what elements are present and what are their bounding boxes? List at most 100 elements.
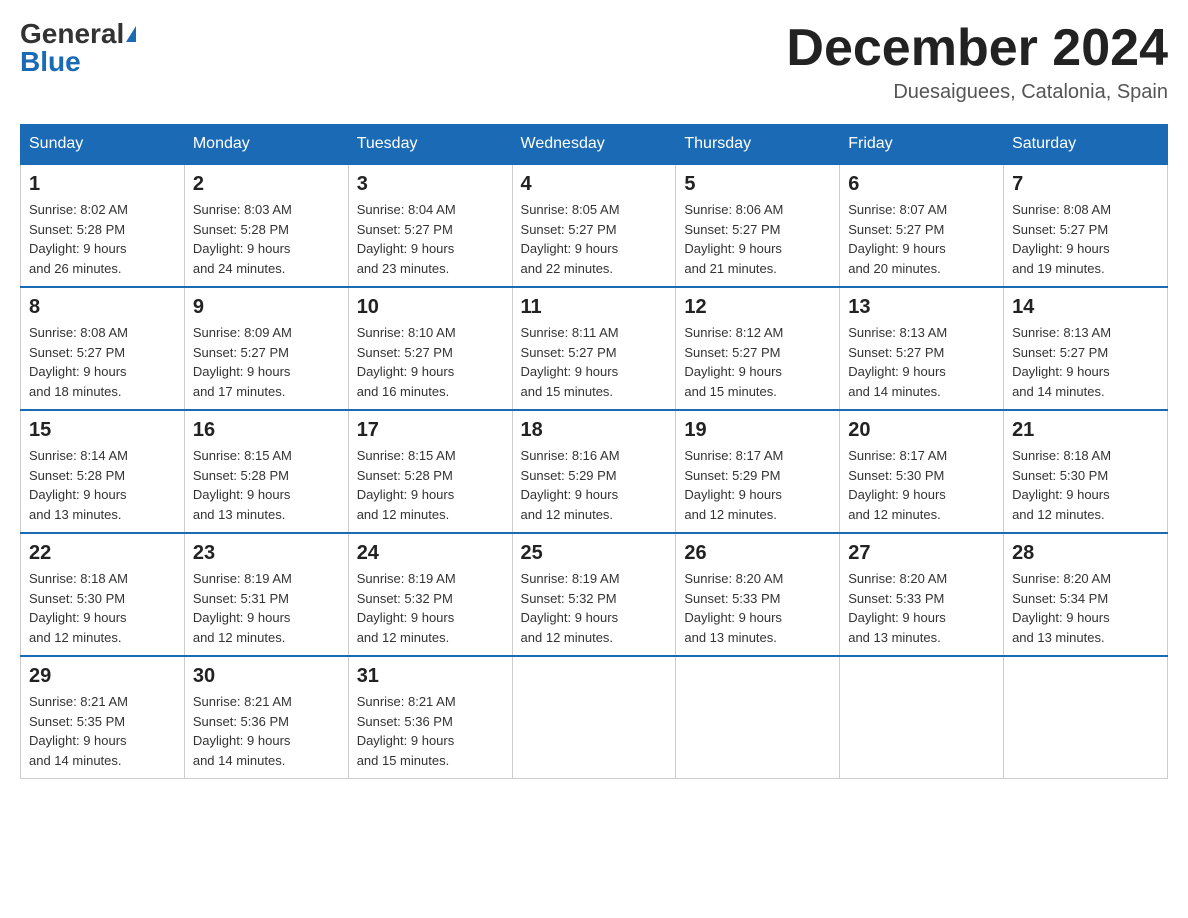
calendar-week-row: 22 Sunrise: 8:18 AM Sunset: 5:30 PM Dayl… [21,533,1168,656]
calendar-cell: 26 Sunrise: 8:20 AM Sunset: 5:33 PM Dayl… [676,533,840,656]
calendar-cell: 27 Sunrise: 8:20 AM Sunset: 5:33 PM Dayl… [840,533,1004,656]
location: Duesaiguees, Catalonia, Spain [786,81,1168,104]
header-wednesday: Wednesday [512,125,676,165]
day-number: 19 [684,419,831,442]
day-number: 7 [1012,173,1159,196]
day-number: 27 [848,542,995,565]
logo-general: General [20,20,124,48]
calendar-table: SundayMondayTuesdayWednesdayThursdayFrid… [20,124,1168,779]
day-info: Sunrise: 8:19 AM Sunset: 5:32 PM Dayligh… [521,569,668,647]
day-info: Sunrise: 8:20 AM Sunset: 5:34 PM Dayligh… [1012,569,1159,647]
day-info: Sunrise: 8:21 AM Sunset: 5:35 PM Dayligh… [29,692,176,770]
calendar-cell: 19 Sunrise: 8:17 AM Sunset: 5:29 PM Dayl… [676,410,840,533]
day-info: Sunrise: 8:11 AM Sunset: 5:27 PM Dayligh… [521,323,668,401]
day-info: Sunrise: 8:06 AM Sunset: 5:27 PM Dayligh… [684,200,831,278]
logo-blue: Blue [20,48,81,76]
page-header: General Blue December 2024 Duesaiguees, … [20,20,1168,104]
calendar-header-row: SundayMondayTuesdayWednesdayThursdayFrid… [21,125,1168,165]
day-info: Sunrise: 8:20 AM Sunset: 5:33 PM Dayligh… [684,569,831,647]
calendar-cell: 20 Sunrise: 8:17 AM Sunset: 5:30 PM Dayl… [840,410,1004,533]
day-info: Sunrise: 8:14 AM Sunset: 5:28 PM Dayligh… [29,446,176,524]
calendar-cell: 3 Sunrise: 8:04 AM Sunset: 5:27 PM Dayli… [348,164,512,287]
calendar-cell: 9 Sunrise: 8:09 AM Sunset: 5:27 PM Dayli… [184,287,348,410]
day-number: 30 [193,665,340,688]
calendar-cell: 10 Sunrise: 8:10 AM Sunset: 5:27 PM Dayl… [348,287,512,410]
calendar-cell: 8 Sunrise: 8:08 AM Sunset: 5:27 PM Dayli… [21,287,185,410]
day-number: 11 [521,296,668,319]
calendar-week-row: 8 Sunrise: 8:08 AM Sunset: 5:27 PM Dayli… [21,287,1168,410]
calendar-cell: 21 Sunrise: 8:18 AM Sunset: 5:30 PM Dayl… [1004,410,1168,533]
calendar-cell [512,656,676,779]
header-sunday: Sunday [21,125,185,165]
title-section: December 2024 Duesaiguees, Catalonia, Sp… [786,20,1168,104]
day-number: 10 [357,296,504,319]
day-number: 14 [1012,296,1159,319]
day-info: Sunrise: 8:08 AM Sunset: 5:27 PM Dayligh… [29,323,176,401]
day-info: Sunrise: 8:19 AM Sunset: 5:32 PM Dayligh… [357,569,504,647]
calendar-cell: 29 Sunrise: 8:21 AM Sunset: 5:35 PM Dayl… [21,656,185,779]
day-number: 17 [357,419,504,442]
header-tuesday: Tuesday [348,125,512,165]
day-number: 15 [29,419,176,442]
calendar-cell: 4 Sunrise: 8:05 AM Sunset: 5:27 PM Dayli… [512,164,676,287]
day-number: 24 [357,542,504,565]
day-number: 6 [848,173,995,196]
calendar-cell: 31 Sunrise: 8:21 AM Sunset: 5:36 PM Dayl… [348,656,512,779]
calendar-cell: 13 Sunrise: 8:13 AM Sunset: 5:27 PM Dayl… [840,287,1004,410]
day-info: Sunrise: 8:15 AM Sunset: 5:28 PM Dayligh… [193,446,340,524]
day-info: Sunrise: 8:05 AM Sunset: 5:27 PM Dayligh… [521,200,668,278]
header-friday: Friday [840,125,1004,165]
calendar-cell: 11 Sunrise: 8:11 AM Sunset: 5:27 PM Dayl… [512,287,676,410]
logo-triangle-icon [126,26,136,42]
calendar-cell: 28 Sunrise: 8:20 AM Sunset: 5:34 PM Dayl… [1004,533,1168,656]
day-info: Sunrise: 8:02 AM Sunset: 5:28 PM Dayligh… [29,200,176,278]
day-info: Sunrise: 8:10 AM Sunset: 5:27 PM Dayligh… [357,323,504,401]
day-number: 23 [193,542,340,565]
calendar-cell: 23 Sunrise: 8:19 AM Sunset: 5:31 PM Dayl… [184,533,348,656]
day-info: Sunrise: 8:03 AM Sunset: 5:28 PM Dayligh… [193,200,340,278]
day-number: 5 [684,173,831,196]
day-info: Sunrise: 8:17 AM Sunset: 5:29 PM Dayligh… [684,446,831,524]
calendar-week-row: 1 Sunrise: 8:02 AM Sunset: 5:28 PM Dayli… [21,164,1168,287]
day-number: 25 [521,542,668,565]
calendar-cell [1004,656,1168,779]
day-number: 29 [29,665,176,688]
day-info: Sunrise: 8:19 AM Sunset: 5:31 PM Dayligh… [193,569,340,647]
day-info: Sunrise: 8:15 AM Sunset: 5:28 PM Dayligh… [357,446,504,524]
calendar-cell: 5 Sunrise: 8:06 AM Sunset: 5:27 PM Dayli… [676,164,840,287]
day-info: Sunrise: 8:04 AM Sunset: 5:27 PM Dayligh… [357,200,504,278]
day-info: Sunrise: 8:21 AM Sunset: 5:36 PM Dayligh… [357,692,504,770]
day-number: 3 [357,173,504,196]
day-info: Sunrise: 8:16 AM Sunset: 5:29 PM Dayligh… [521,446,668,524]
logo: General Blue [20,20,136,76]
day-info: Sunrise: 8:20 AM Sunset: 5:33 PM Dayligh… [848,569,995,647]
day-number: 28 [1012,542,1159,565]
day-number: 13 [848,296,995,319]
calendar-cell [840,656,1004,779]
day-number: 12 [684,296,831,319]
calendar-cell: 1 Sunrise: 8:02 AM Sunset: 5:28 PM Dayli… [21,164,185,287]
day-info: Sunrise: 8:17 AM Sunset: 5:30 PM Dayligh… [848,446,995,524]
day-number: 16 [193,419,340,442]
day-info: Sunrise: 8:09 AM Sunset: 5:27 PM Dayligh… [193,323,340,401]
day-info: Sunrise: 8:13 AM Sunset: 5:27 PM Dayligh… [1012,323,1159,401]
day-info: Sunrise: 8:08 AM Sunset: 5:27 PM Dayligh… [1012,200,1159,278]
calendar-cell: 12 Sunrise: 8:12 AM Sunset: 5:27 PM Dayl… [676,287,840,410]
calendar-cell: 6 Sunrise: 8:07 AM Sunset: 5:27 PM Dayli… [840,164,1004,287]
day-number: 2 [193,173,340,196]
day-number: 18 [521,419,668,442]
calendar-week-row: 15 Sunrise: 8:14 AM Sunset: 5:28 PM Dayl… [21,410,1168,533]
day-number: 22 [29,542,176,565]
calendar-cell: 2 Sunrise: 8:03 AM Sunset: 5:28 PM Dayli… [184,164,348,287]
calendar-cell: 30 Sunrise: 8:21 AM Sunset: 5:36 PM Dayl… [184,656,348,779]
day-info: Sunrise: 8:18 AM Sunset: 5:30 PM Dayligh… [29,569,176,647]
calendar-cell: 24 Sunrise: 8:19 AM Sunset: 5:32 PM Dayl… [348,533,512,656]
calendar-cell: 25 Sunrise: 8:19 AM Sunset: 5:32 PM Dayl… [512,533,676,656]
day-number: 9 [193,296,340,319]
calendar-cell: 7 Sunrise: 8:08 AM Sunset: 5:27 PM Dayli… [1004,164,1168,287]
header-thursday: Thursday [676,125,840,165]
calendar-cell: 22 Sunrise: 8:18 AM Sunset: 5:30 PM Dayl… [21,533,185,656]
calendar-cell: 14 Sunrise: 8:13 AM Sunset: 5:27 PM Dayl… [1004,287,1168,410]
day-number: 26 [684,542,831,565]
day-info: Sunrise: 8:18 AM Sunset: 5:30 PM Dayligh… [1012,446,1159,524]
